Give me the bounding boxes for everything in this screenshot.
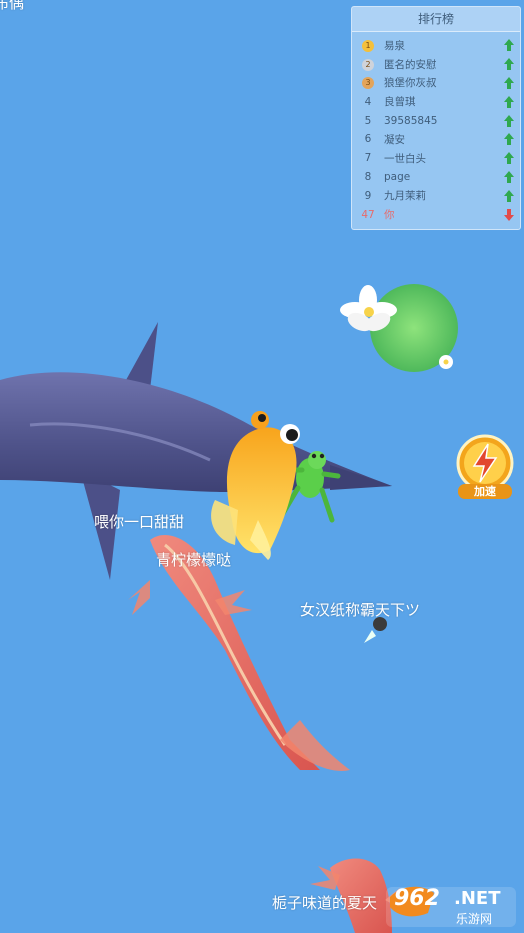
trend-up-icon [498,170,520,183]
trend-up-icon [498,133,520,146]
leaderboard-rank: 6 [364,133,372,146]
bronze-medal-icon: 3 [362,77,374,90]
top-player-name: 布偶 [0,0,25,12]
small-fish [364,617,387,643]
leaderboard-row: 3 狼堡你灰叔 [352,74,520,93]
leaderboard-row: 7 一世白头 [352,149,520,168]
trend-up-icon [498,76,520,89]
site-watermark: 962 .NET 乐游网 [384,883,518,929]
leaderboard-row: 4 良曾琪 [352,92,520,111]
boost-label: 加速 [474,485,496,498]
trend-up-icon [498,95,520,108]
leaderboard-row: 1 易泉 [352,36,520,55]
leaderboard-rank: 5 [364,114,372,127]
small-fish-player-name: 女汉纸称霸天下ツ [300,601,421,619]
trend-up-icon [498,114,520,127]
trend-up-icon [498,189,520,202]
bottom-player-name: 栀子味道的夏天 [272,894,378,912]
shark [0,322,392,580]
leaderboard-player-name: 匿名的安慰 [384,58,437,71]
leaderboard-rank: 9 [364,189,372,202]
leaderboard-player-name: 你 [384,209,395,222]
gold-medal-icon: 1 [362,39,374,52]
koi-fish [128,534,350,771]
leaderboard-player-name: 凝安 [384,133,405,146]
leaderboard-title: 排行榜 [352,7,520,32]
leaderboard-rank: 47 [361,208,375,221]
watermark-brand-suffix: .NET [454,888,501,909]
leaderboard-row: 8 page [352,168,520,187]
watermark-site: 乐游网 [456,912,493,926]
leaderboard-player-name: page [384,170,411,183]
silver-medal-icon: 2 [362,58,374,71]
leaderboard-player-name: 39585845 [384,114,438,127]
leaderboard-row: 6 凝安 [352,130,520,149]
trend-up-icon [498,58,520,71]
lily-pad [340,284,458,372]
leaderboard-row: 2 匿名的安慰 [352,55,520,74]
trend-up-icon [498,152,520,165]
small-flower-icon [439,355,453,369]
koi-player-name: 青柠檬檬哒 [156,551,232,569]
watermark-brand: 962 [394,886,440,911]
trend-down-icon [498,208,520,221]
leaderboard-list: 1 易泉 2 匿名的安慰 3 狼堡你灰叔 4 良曾琪 5 39585845 6 凝安 7 一世白头 8 pag… [352,32,520,224]
leaderboard-player-name: 易泉 [384,39,405,52]
leaderboard-player-name: 狼堡你灰叔 [384,77,437,90]
leaderboard-row: 9 九月茉莉 [352,186,520,205]
leaderboard-rank: 4 [364,95,372,108]
leaderboard-player-name: 九月茉莉 [384,190,426,203]
leaderboard-row: 5 39585845 [352,111,520,130]
leaderboard-player-name: 一世白头 [384,152,426,165]
leaderboard-row: 47 你 [352,205,520,224]
shark-player-name: 喂你一口甜甜 [94,513,185,531]
trend-up-icon [498,39,520,52]
leaderboard-rank: 8 [364,170,372,183]
leaderboard-panel: 排行榜 1 易泉 2 匿名的安慰 3 狼堡你灰叔 4 良曾琪 5 39585845 6 凝安 7 一世白头… [351,6,521,230]
leaderboard-player-name: 良曾琪 [384,96,416,109]
leaderboard-rank: 7 [364,152,372,165]
boost-button[interactable]: 加速 [454,434,516,500]
